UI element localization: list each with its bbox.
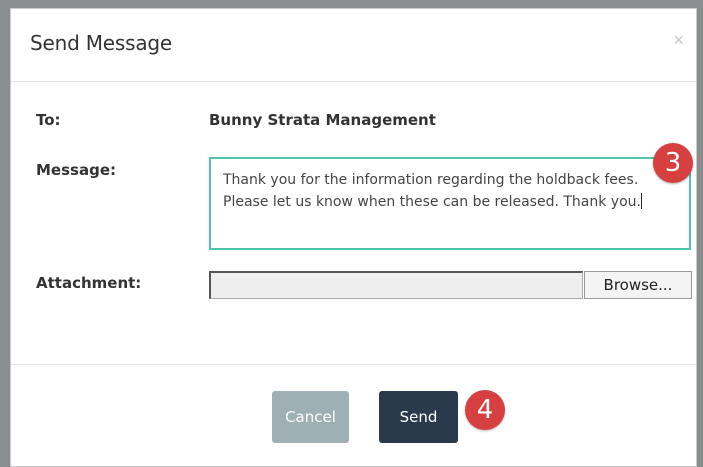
recipient-name: Bunny Strata Management — [209, 111, 436, 129]
send-button[interactable]: Send — [379, 391, 458, 443]
message-line: Thank you for the information regarding … — [223, 172, 639, 188]
attachment-label: Attachment: — [36, 274, 142, 292]
cancel-button[interactable]: Cancel — [272, 391, 349, 443]
dialog-footer — [11, 364, 696, 467]
dialog-title: Send Message — [30, 31, 172, 55]
to-label: To: — [36, 111, 61, 129]
text-cursor — [640, 193, 642, 209]
dialog-header: Send Message × — [11, 9, 696, 82]
background-top — [0, 0, 703, 8]
close-icon[interactable]: × — [673, 31, 684, 49]
attachment-file-field[interactable] — [209, 271, 583, 299]
send-message-dialog: Send Message × To: Bunny Strata Manageme… — [10, 8, 697, 467]
step-4-badge: 4 — [465, 390, 505, 430]
background-right — [697, 0, 703, 467]
step-3-badge: 3 — [653, 143, 693, 183]
message-line-text: Please let us know when these can be rel… — [223, 194, 641, 210]
message-label: Message: — [36, 161, 116, 179]
background-left — [0, 0, 10, 467]
message-textarea[interactable]: Thank you for the information regarding … — [209, 157, 691, 250]
browse-button[interactable]: Browse... — [584, 271, 692, 299]
message-line: Please let us know when these can be rel… — [223, 191, 677, 213]
